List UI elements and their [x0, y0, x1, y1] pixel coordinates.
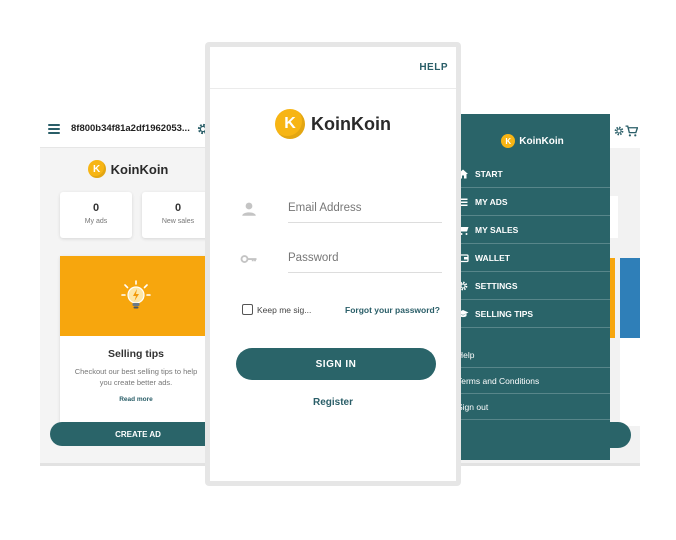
- read-more-link[interactable]: Read more: [60, 396, 212, 403]
- drawer-item-terms[interactable]: Terms and Conditions: [455, 368, 610, 394]
- card-text: Checkout our best selling tips to help y…: [74, 367, 198, 387]
- dashboard-screen: 8f800b34f81a2df1962053... K KoinKoin 0 M…: [40, 110, 216, 466]
- drawer-item-wallet[interactable]: WALLET: [455, 244, 610, 272]
- user-icon: [242, 202, 256, 216]
- logo-text: KoinKoin: [110, 161, 169, 177]
- drawer-item-my-ads[interactable]: MY ADS: [455, 188, 610, 216]
- background-card: [620, 258, 640, 426]
- remember-label: Keep me sig...: [257, 304, 312, 315]
- login-phone-frame: HELP K KoinKoin Keep me sig... Forgot yo…: [205, 42, 461, 486]
- stat-label: My ads: [84, 218, 108, 225]
- remember-me[interactable]: Keep me sig...: [242, 304, 311, 315]
- help-link[interactable]: HELP: [419, 62, 448, 73]
- email-input[interactable]: [288, 195, 442, 223]
- logo-text: KoinKoin: [519, 135, 564, 147]
- drawer-logo: K KoinKoin: [455, 132, 610, 150]
- drawer-item-label: SETTINGS: [475, 280, 518, 291]
- background-stat-card: [610, 196, 618, 238]
- login-topbar: HELP: [210, 47, 456, 89]
- wallet-id: 8f800b34f81a2df1962053...: [71, 123, 190, 134]
- lightbulb-icon: [121, 280, 151, 309]
- create-ad-button[interactable]: CREATE AD: [50, 422, 216, 446]
- dashboard-topbar: 8f800b34f81a2df1962053...: [40, 110, 216, 148]
- coin-logo-icon: K: [501, 134, 516, 148]
- drawer-item-settings[interactable]: SETTINGS: [455, 272, 610, 300]
- drawer-menu: START MY ADS MY SALES WALLET SETTINGS SE…: [455, 160, 610, 328]
- coin-logo-icon: K: [275, 109, 305, 139]
- drawer-item-my-sales[interactable]: MY SALES: [455, 216, 610, 244]
- app-logo: K KoinKoin: [40, 156, 216, 182]
- cart-icon: [625, 125, 638, 137]
- settings-icon: [614, 126, 624, 136]
- card-title: Selling tips: [107, 348, 164, 360]
- drawer-item-label: WALLET: [475, 252, 510, 263]
- background-card-header: [620, 258, 640, 338]
- drawer-screen: K KoinKoin START MY ADS MY SALES WALLET: [455, 114, 640, 466]
- drawer-item-selling-tips[interactable]: SELLING TIPS: [455, 300, 610, 328]
- stat-value: 0: [174, 202, 182, 214]
- forgot-password-link[interactable]: Forgot your password?: [345, 305, 440, 315]
- drawer-item-start[interactable]: START: [455, 160, 610, 188]
- sign-in-button[interactable]: SIGN IN: [236, 348, 436, 380]
- selling-tips-card: Selling tips Checkout our best selling t…: [60, 256, 212, 424]
- drawer-item-label: SELLING TIPS: [475, 308, 534, 319]
- remember-checkbox[interactable]: [242, 304, 253, 315]
- drawer-item-label: START: [475, 168, 503, 179]
- coin-logo-icon: K: [87, 160, 106, 178]
- stat-card-my-ads[interactable]: 0 My ads: [60, 192, 132, 238]
- register-link[interactable]: Register: [210, 397, 456, 408]
- stats-row: 0 My ads 0 New sales: [40, 192, 216, 238]
- stat-card-new-sales[interactable]: 0 New sales: [142, 192, 214, 238]
- email-field: [240, 194, 442, 224]
- drawer-item-sign-out[interactable]: Sign out: [455, 394, 610, 420]
- stat-label: New sales: [161, 218, 195, 225]
- drawer-secondary-menu: Help Terms and Conditions Sign out: [455, 342, 610, 420]
- app-logo: K KoinKoin: [210, 107, 456, 141]
- drawer-item-label: MY SALES: [475, 224, 519, 235]
- drawer-item-label: MY ADS: [475, 196, 508, 207]
- drawer-item-help[interactable]: Help: [455, 342, 610, 368]
- password-field: [240, 244, 442, 274]
- stat-value: 0: [92, 202, 100, 214]
- logo-text: KoinKoin: [311, 113, 391, 134]
- card-header: [60, 256, 212, 336]
- hamburger-icon[interactable]: [48, 123, 60, 134]
- key-icon: [240, 255, 257, 263]
- login-screen: HELP K KoinKoin Keep me sig... Forgot yo…: [210, 47, 456, 481]
- background-topbar: [605, 114, 640, 148]
- navigation-drawer: K KoinKoin START MY ADS MY SALES WALLET: [455, 114, 610, 460]
- password-input[interactable]: [288, 245, 442, 273]
